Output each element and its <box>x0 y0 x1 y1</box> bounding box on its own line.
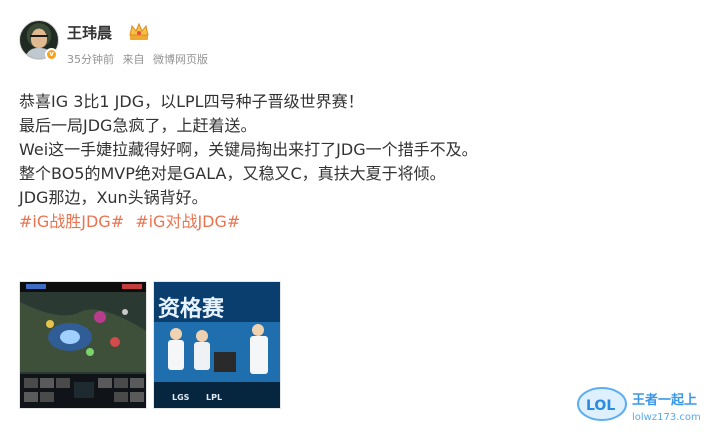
hashtag-link[interactable]: #iG战胜JDG# <box>19 212 124 231</box>
content-line: 最后一局JDG急疯了，上赶着送。 <box>19 116 257 135</box>
watermark-logo-icon: LOL 王者一起上 lolwz173.com <box>577 387 701 423</box>
site-watermark: LOL 王者一起上 lolwz173.com <box>576 380 711 428</box>
post-meta: 35分钟前 来自 微博网页版 <box>67 51 213 67</box>
avatar-glasses <box>30 35 48 41</box>
post-image-stage-photo[interactable]: 资格赛 LGS LPL <box>153 281 281 409</box>
verified-badge-icon: v <box>45 48 58 61</box>
stage-bottom-logo-text: LPL <box>206 393 222 402</box>
post-time[interactable]: 35分钟前 <box>67 53 114 66</box>
watermark-url: lolwz173.com <box>632 412 701 423</box>
stage-banner-text: 资格赛 <box>158 296 225 322</box>
stage-scene-graphic: 资格赛 LGS LPL <box>154 282 280 408</box>
game-scene-graphic <box>20 282 146 408</box>
post-content: 恭喜IG 3比1 JDG，以LPL四号种子晋级世界赛！ 最后一局JDG急疯了，上… <box>19 90 699 234</box>
author-name[interactable]: 王玮晨 <box>67 22 112 43</box>
hashtag-link[interactable]: #iG对战JDG# <box>135 212 240 231</box>
content-line: 整个BO5的MVP绝对是GALA，又稳又C，真扶大夏于将倾。 <box>19 164 446 183</box>
watermark-logo-text: LOL <box>586 398 615 414</box>
content-line: Wei这一手婕拉藏得好啊，关键局掏出来打了JDG一个措手不及。 <box>19 140 478 159</box>
stage-bottom-left-text: LGS <box>172 393 190 402</box>
content-line: 恭喜IG 3比1 JDG，以LPL四号种子晋级世界赛！ <box>19 92 364 111</box>
hashtags: #iG战胜JDG# #iG对战JDG# <box>19 210 699 234</box>
weibo-post-card: v 王玮晨 35分钟前 来自 微博网页版 恭喜IG 3比1 JDG，以LPL四号… <box>0 0 711 428</box>
post-image-game-screenshot[interactable] <box>19 281 147 409</box>
source-prefix: 来自 <box>122 53 145 66</box>
watermark-title: 王者一起上 <box>632 392 697 408</box>
content-line: JDG那边，Xun头锅背好。 <box>19 188 208 207</box>
crown-badge-icon <box>129 22 149 40</box>
post-source[interactable]: 微博网页版 <box>153 53 208 66</box>
